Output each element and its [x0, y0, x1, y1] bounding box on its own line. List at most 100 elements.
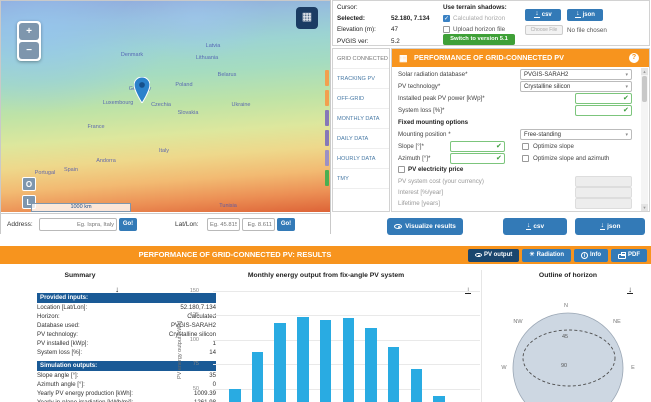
form-csv-button[interactable]: ↓ csv — [503, 218, 567, 235]
switch-version-button[interactable]: Switch to version 5.1 — [443, 34, 515, 45]
map-tool-button[interactable]: ▦ — [296, 7, 318, 29]
version-value: 5.2 — [391, 38, 400, 45]
row-label: Yearly PV energy production [kWh]: — [37, 390, 133, 397]
download-icon: ↓ — [534, 9, 540, 18]
scroll-up-icon[interactable]: ▲ — [641, 68, 648, 75]
tab-label: Info — [590, 251, 601, 258]
upload-horizon-checkbox[interactable] — [443, 26, 450, 33]
results-tabs: PV output ☀ Radiation i Info PDF — [467, 248, 647, 262]
map-label-france: France — [87, 124, 105, 130]
address-input[interactable] — [39, 218, 117, 231]
bar-jul — [365, 327, 377, 402]
form-header: ▦ PERFORMANCE OF GRID-CONNECTED PV ? — [392, 49, 649, 67]
column-divider — [481, 270, 482, 402]
slope-label: Slope [°]* — [398, 143, 424, 150]
csv-download-button[interactable]: ↓ csv — [525, 9, 561, 21]
bar-jan — [229, 388, 241, 402]
map[interactable]: DenmarkLatviaLithuaniaBelarusPolandGerma… — [1, 1, 330, 212]
azimuth-label: Azimuth [°]* — [398, 155, 431, 162]
json-download-button[interactable]: ↓ json — [567, 9, 603, 21]
y-tick-label: 75 — [192, 361, 199, 368]
scroll-down-icon[interactable]: ▼ — [641, 204, 648, 211]
peak-power-label: Installed peak PV power [kWp]* — [398, 95, 485, 102]
bar-oct — [433, 396, 445, 402]
form-scrollbar[interactable]: ▲ ▼ — [641, 68, 648, 211]
mounting-label: Mounting position * — [398, 131, 451, 138]
optimize-both-checkbox[interactable] — [522, 155, 529, 162]
pvgis-app: DenmarkLatviaLithuaniaBelarusPolandGerma… — [0, 0, 651, 402]
chevron-down-icon: ▾ — [625, 84, 628, 90]
map-zoom-control: + − — [17, 21, 41, 61]
info-icon: i — [581, 251, 588, 259]
sidebar-item-monthly-data[interactable]: MONTHLY DATA — [333, 109, 389, 129]
sidebar-item-grid-connected[interactable]: GRID CONNECTED — [333, 49, 389, 69]
zoom-in-button[interactable]: + — [19, 23, 39, 40]
latlon-go-button[interactable]: Go! — [277, 218, 295, 231]
sidebar-item-hourly-data[interactable]: HOURLY DATA — [333, 149, 389, 169]
system-cost-input — [575, 176, 632, 187]
row-value: 35 — [209, 372, 216, 379]
sidebar-menu: GRID CONNECTED TRACKING PV OFF-GRID MONTHLY… — [332, 48, 390, 212]
valid-check-icon: ✔ — [623, 95, 629, 102]
grid-icon: ▦ — [301, 11, 313, 23]
system-cost-label: PV system cost (your currency) — [398, 178, 484, 185]
results-header: PERFORMANCE OF GRID-CONNECTED PV: RESULT… — [0, 246, 651, 264]
lifetime-input — [575, 198, 632, 209]
compass-label-n: N — [564, 303, 568, 309]
map-overlay-button[interactable]: O — [22, 177, 36, 191]
zoom-out-button[interactable]: − — [19, 42, 39, 59]
sidebar-item-tracking-pv[interactable]: TRACKING PV — [333, 69, 389, 89]
bar-mar — [274, 323, 286, 402]
top-right-panel: Cursor: Selected: 52.180, 7.134 Elevatio… — [331, 0, 651, 246]
tab-info[interactable]: i Info — [574, 248, 608, 262]
menu-indicator-daily-data — [325, 130, 329, 146]
visualize-results-button[interactable]: Visualize results — [387, 218, 463, 235]
bar-apr — [297, 317, 309, 402]
tab-radiation[interactable]: ☀ Radiation — [522, 248, 571, 262]
tech-select[interactable]: Crystalline silicon ▾ — [520, 81, 632, 92]
sidebar-item-daily-data[interactable]: DAILY DATA — [333, 129, 389, 149]
address-label: Address: — [7, 221, 33, 228]
horizon-download-icon[interactable]: ↓ — [627, 282, 633, 300]
calculated-horizon-checkbox[interactable]: ✓ — [443, 15, 450, 22]
map-label-denmark: Denmark — [120, 52, 144, 58]
map-marker-icon[interactable] — [134, 77, 150, 103]
row-label: Azimuth angle [°]: — [37, 381, 85, 388]
bar-feb — [251, 352, 264, 402]
terrain-shadows-label: Use terrain shadows: — [443, 4, 507, 11]
mounting-select[interactable]: Free-standing ▾ — [520, 129, 632, 140]
tab-pdf[interactable]: PDF — [611, 248, 647, 262]
bar-jun — [342, 318, 354, 402]
results-section: PERFORMANCE OF GRID-CONNECTED PV: RESULT… — [0, 246, 651, 402]
valid-check-icon: ✔ — [496, 155, 502, 162]
table-row: Location [Lat/Lon]: 52.180,7.134 — [37, 303, 216, 312]
download-icon: ↓ — [525, 221, 532, 230]
table-row: Database used: PVGIS-SARAH2 — [37, 321, 216, 330]
summary-title: Summary — [64, 272, 96, 279]
upload-horizon-label: Upload horizon file — [453, 26, 506, 33]
system-loss-label: System loss [%]* — [398, 107, 445, 114]
map-label-belarus: Belarus — [217, 72, 237, 78]
map-panel: DenmarkLatviaLithuaniaBelarusPolandGerma… — [0, 0, 331, 234]
bar-sep — [410, 368, 423, 402]
scroll-thumb[interactable] — [642, 76, 647, 102]
form-json-button[interactable]: ↓ json — [575, 218, 645, 235]
tab-label: PV output — [483, 251, 513, 258]
no-file-chosen-label: No file chosen — [567, 27, 607, 34]
db-select[interactable]: PVGIS-SARAH2 ▾ — [520, 69, 632, 80]
sidebar-item-tmy[interactable]: TMY — [333, 169, 389, 189]
lat-input[interactable] — [207, 218, 240, 231]
optimize-slope-checkbox[interactable] — [522, 143, 529, 150]
row-label: Yearly in-plane irradiation [kWh/m²]: — [37, 398, 133, 402]
map-label-spain: Spain — [63, 167, 79, 173]
map-label-poland: Poland — [175, 82, 193, 88]
sidebar-item-off-grid[interactable]: OFF-GRID — [333, 89, 389, 109]
address-go-button[interactable]: Go! — [119, 218, 137, 231]
lon-input[interactable] — [242, 218, 275, 231]
row-label: PV technology: — [37, 331, 78, 338]
pv-price-checkbox[interactable] — [398, 166, 405, 173]
horizon-title: Outline of horizon — [538, 272, 598, 279]
help-icon[interactable]: ? — [629, 53, 639, 63]
tab-pv-output[interactable]: PV output — [467, 248, 520, 262]
choose-file-button[interactable]: Choose File — [525, 25, 563, 35]
